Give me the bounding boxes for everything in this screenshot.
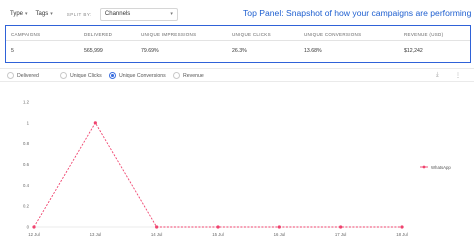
y-tick-label: 1 bbox=[27, 120, 30, 125]
y-tick-label: 0.6 bbox=[23, 162, 30, 167]
y-tick-label: 0.4 bbox=[23, 183, 30, 188]
data-point bbox=[400, 225, 404, 229]
data-point bbox=[155, 225, 159, 229]
tags-dropdown-label: Tags bbox=[35, 11, 49, 17]
summary-header: UNIQUE IMPRESSIONS bbox=[141, 32, 197, 37]
x-tick-label: 15 Jul bbox=[212, 232, 224, 237]
y-tick-label: 0.8 bbox=[23, 141, 30, 146]
summary-header: UNIQUE CLICKS bbox=[232, 32, 271, 37]
data-point bbox=[277, 225, 281, 229]
x-tick-label: 12 Jul bbox=[28, 232, 40, 237]
metric-tabs: Delivered Unique Clicks Unique Conversio… bbox=[0, 68, 474, 82]
chevron-down-icon: ▾ bbox=[25, 11, 28, 17]
summary-header: DELIVERED bbox=[84, 32, 113, 37]
radio-icon bbox=[7, 72, 14, 79]
tab-label: Delivered bbox=[17, 72, 39, 79]
legend-label: WhatsApp bbox=[431, 165, 451, 170]
tab-unique-conversions[interactable]: Unique Conversions bbox=[109, 72, 166, 79]
tab-unique-clicks[interactable]: Unique Clicks bbox=[60, 72, 102, 79]
summary-value: $12,242 bbox=[404, 48, 423, 54]
panel-title: Top Panel: Snapshot of how your campaign… bbox=[243, 8, 472, 18]
split-by-label: SPLIT BY: bbox=[66, 11, 92, 17]
summary-panel: CAMPAIGNS DELIVERED UNIQUE IMPRESSIONS U… bbox=[5, 25, 471, 63]
summary-value: 13.68% bbox=[304, 48, 322, 54]
y-tick-label: 0.2 bbox=[23, 204, 30, 209]
data-point bbox=[93, 121, 97, 125]
data-point bbox=[216, 225, 220, 229]
y-tick-label: 1.2 bbox=[23, 100, 30, 105]
chevron-down-icon: ▾ bbox=[50, 11, 53, 17]
summary-divider bbox=[6, 40, 470, 41]
filter-bar: Type ▾ Tags ▾ SPLIT BY: Channels ▾ bbox=[10, 7, 178, 21]
split-by-value: Channels bbox=[104, 11, 131, 17]
summary-value: 26.3% bbox=[232, 48, 247, 54]
x-tick-label: 17 Jul bbox=[335, 232, 347, 237]
type-dropdown-label: Type bbox=[10, 11, 24, 17]
x-tick-label: 16 Jul bbox=[274, 232, 286, 237]
data-point bbox=[32, 225, 36, 229]
radio-icon bbox=[173, 72, 180, 79]
type-dropdown[interactable]: Type ▾ bbox=[10, 11, 28, 17]
legend-marker bbox=[422, 165, 426, 169]
radio-selected-icon bbox=[109, 72, 116, 79]
tab-label: Unique Conversions bbox=[119, 72, 166, 79]
split-by-select[interactable]: Channels ▾ bbox=[99, 7, 178, 21]
conversions-chart: 0 0.2 0.4 0.6 0.8 1 1.2 12 Jul 13 Jul 14 Jul 15 Ju… bbox=[0, 90, 474, 244]
summary-header: CAMPAIGNS bbox=[11, 32, 41, 37]
radio-icon bbox=[60, 72, 67, 79]
tab-label: Unique Clicks bbox=[70, 72, 102, 79]
summary-value: 5 bbox=[11, 48, 14, 54]
summary-header: UNIQUE CONVERSIONS bbox=[304, 32, 362, 37]
x-tick-label: 13 Jul bbox=[90, 232, 102, 237]
series-line bbox=[33, 121, 402, 228]
download-icon[interactable]: ⤓ bbox=[436, 72, 439, 79]
summary-value: 79.69% bbox=[141, 48, 159, 54]
y-tick-label: 0 bbox=[27, 225, 30, 230]
summary-value: 565,999 bbox=[84, 48, 103, 54]
tab-label: Revenue bbox=[183, 72, 204, 79]
x-tick-label: 14 Jul bbox=[151, 232, 163, 237]
chart-svg: 0 0.2 0.4 0.6 0.8 1 1.2 12 Jul 13 Jul 14 Jul 15 Ju… bbox=[23, 100, 451, 238]
chevron-down-icon: ▾ bbox=[170, 11, 173, 17]
data-point bbox=[339, 225, 343, 229]
more-icon[interactable]: ⋮ bbox=[455, 72, 461, 79]
summary-header: REVENUE (USD) bbox=[404, 32, 444, 37]
x-tick-label: 18 Jul bbox=[396, 232, 408, 237]
tab-delivered[interactable]: Delivered bbox=[7, 72, 39, 79]
tags-dropdown[interactable]: Tags ▾ bbox=[36, 11, 53, 17]
tab-revenue[interactable]: Revenue bbox=[173, 72, 204, 79]
